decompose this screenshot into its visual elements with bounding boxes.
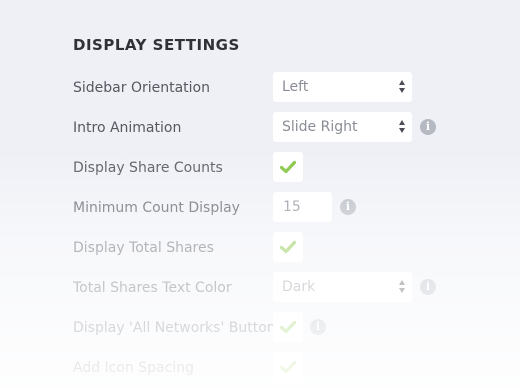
display-share-counts-checkbox[interactable]	[273, 152, 303, 182]
setting-row-display-total-shares: Display Total Shares	[0, 232, 520, 266]
setting-label: Total Shares Text Color	[73, 280, 232, 296]
select-value: Dark	[282, 279, 316, 295]
setting-label: Intro Animation	[73, 120, 182, 136]
setting-label: Display Total Shares	[73, 240, 214, 256]
add-icon-spacing-checkbox[interactable]	[273, 352, 303, 382]
info-icon[interactable]: i	[310, 319, 326, 335]
select-arrows-icon	[399, 80, 407, 94]
select-arrows-icon	[399, 120, 407, 134]
setting-row-total-shares-text-color: Total Shares Text Color Dark i	[0, 272, 520, 306]
display-settings-panel: DISPLAY SETTINGS Sidebar Orientation Lef…	[0, 0, 520, 388]
select-value: Slide Right	[282, 119, 358, 135]
checkmark-icon	[280, 160, 296, 174]
setting-row-display-all-networks-button: Display 'All Networks' Button i	[0, 312, 520, 346]
setting-label: Display Share Counts	[73, 160, 223, 176]
setting-label: Minimum Count Display	[73, 200, 240, 216]
setting-row-minimum-count-display: Minimum Count Display 15 i	[0, 192, 520, 226]
checkmark-icon	[280, 320, 296, 334]
info-icon[interactable]: i	[420, 279, 436, 295]
sidebar-orientation-select[interactable]: Left	[273, 72, 412, 102]
select-value: Left	[282, 79, 309, 95]
checkmark-icon	[280, 240, 296, 254]
setting-row-add-icon-spacing: Add Icon Spacing	[0, 352, 520, 386]
setting-row-display-share-counts: Display Share Counts	[0, 152, 520, 186]
total-shares-text-color-select[interactable]: Dark	[273, 272, 412, 302]
setting-label: Display 'All Networks' Button	[73, 320, 276, 336]
setting-label: Sidebar Orientation	[73, 80, 210, 96]
section-title: DISPLAY SETTINGS	[73, 36, 240, 54]
setting-row-sidebar-orientation: Sidebar Orientation Left	[0, 72, 520, 106]
display-total-shares-checkbox[interactable]	[273, 232, 303, 262]
setting-row-intro-animation: Intro Animation Slide Right i	[0, 112, 520, 146]
select-arrows-icon	[399, 280, 407, 294]
setting-label: Add Icon Spacing	[73, 360, 194, 376]
checkmark-icon	[280, 360, 296, 374]
info-icon[interactable]: i	[420, 119, 436, 135]
minimum-count-input[interactable]: 15	[273, 192, 332, 222]
display-all-networks-checkbox[interactable]	[273, 312, 303, 342]
intro-animation-select[interactable]: Slide Right	[273, 112, 412, 142]
info-icon[interactable]: i	[340, 199, 356, 215]
